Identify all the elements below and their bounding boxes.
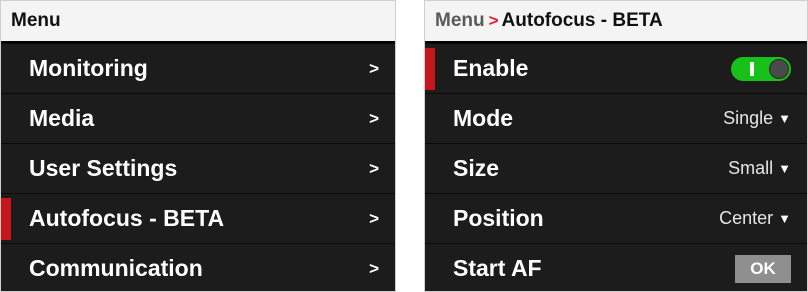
selection-indicator bbox=[1, 198, 11, 240]
enable-row[interactable]: Enable bbox=[425, 43, 807, 93]
menu-item-label: User Settings bbox=[29, 155, 178, 181]
position-row[interactable]: Position Center ▼ bbox=[425, 193, 807, 243]
position-dropdown[interactable]: Center ▼ bbox=[719, 208, 791, 229]
chevron-right-icon: > bbox=[369, 108, 379, 128]
main-menu-panel: Menu Monitoring > Media > User Settings … bbox=[0, 0, 396, 292]
dropdown-arrow-icon: ▼ bbox=[778, 111, 791, 126]
menu-item-label: Media bbox=[29, 105, 95, 131]
enable-toggle[interactable] bbox=[731, 56, 791, 81]
size-value: Small bbox=[728, 158, 774, 178]
mode-label: Mode bbox=[453, 105, 514, 131]
mode-value: Single bbox=[723, 108, 774, 128]
start-af-label: Start AF bbox=[453, 255, 542, 281]
menu-header: Menu bbox=[1, 1, 395, 43]
menu-item-communication[interactable]: Communication > bbox=[1, 243, 395, 291]
breadcrumb: Menu > Autofocus - BETA bbox=[425, 1, 807, 43]
menu-item-media[interactable]: Media > bbox=[1, 93, 395, 143]
size-label: Size bbox=[453, 155, 500, 181]
start-af-row[interactable]: Start AF OK bbox=[425, 243, 807, 291]
menu-item-label: Communication bbox=[29, 255, 203, 281]
menu-title: Menu bbox=[11, 10, 61, 31]
menu-item-label: Autofocus - BETA bbox=[29, 205, 225, 231]
breadcrumb-root[interactable]: Menu bbox=[435, 10, 485, 32]
mode-dropdown[interactable]: Single ▼ bbox=[723, 108, 791, 129]
mode-row[interactable]: Mode Single ▼ bbox=[425, 93, 807, 143]
breadcrumb-separator-icon: > bbox=[488, 11, 499, 30]
menu-item-user-settings[interactable]: User Settings > bbox=[1, 143, 395, 193]
chevron-right-icon: > bbox=[369, 258, 379, 278]
dropdown-arrow-icon: ▼ bbox=[778, 161, 791, 176]
selection-indicator bbox=[425, 48, 435, 90]
menu-item-monitoring[interactable]: Monitoring > bbox=[1, 43, 395, 93]
toggle-knob bbox=[769, 58, 789, 79]
menu-item-autofocus-beta[interactable]: Autofocus - BETA > bbox=[1, 193, 395, 243]
chevron-right-icon: > bbox=[369, 158, 379, 178]
position-value: Center bbox=[719, 208, 774, 228]
menu-item-label: Monitoring bbox=[29, 55, 148, 81]
enable-label: Enable bbox=[453, 55, 529, 81]
breadcrumb-current: Autofocus - BETA bbox=[501, 10, 663, 31]
size-row[interactable]: Size Small ▼ bbox=[425, 143, 807, 193]
chevron-right-icon: > bbox=[369, 58, 379, 78]
size-dropdown[interactable]: Small ▼ bbox=[728, 158, 791, 179]
autofocus-panel: Menu > Autofocus - BETA Enable Mode Sing… bbox=[424, 0, 808, 292]
dropdown-arrow-icon: ▼ bbox=[778, 211, 791, 226]
chevron-right-icon: > bbox=[369, 208, 379, 228]
toggle-on-mark bbox=[750, 61, 754, 76]
position-label: Position bbox=[453, 205, 544, 231]
ok-button[interactable]: OK bbox=[735, 254, 791, 283]
